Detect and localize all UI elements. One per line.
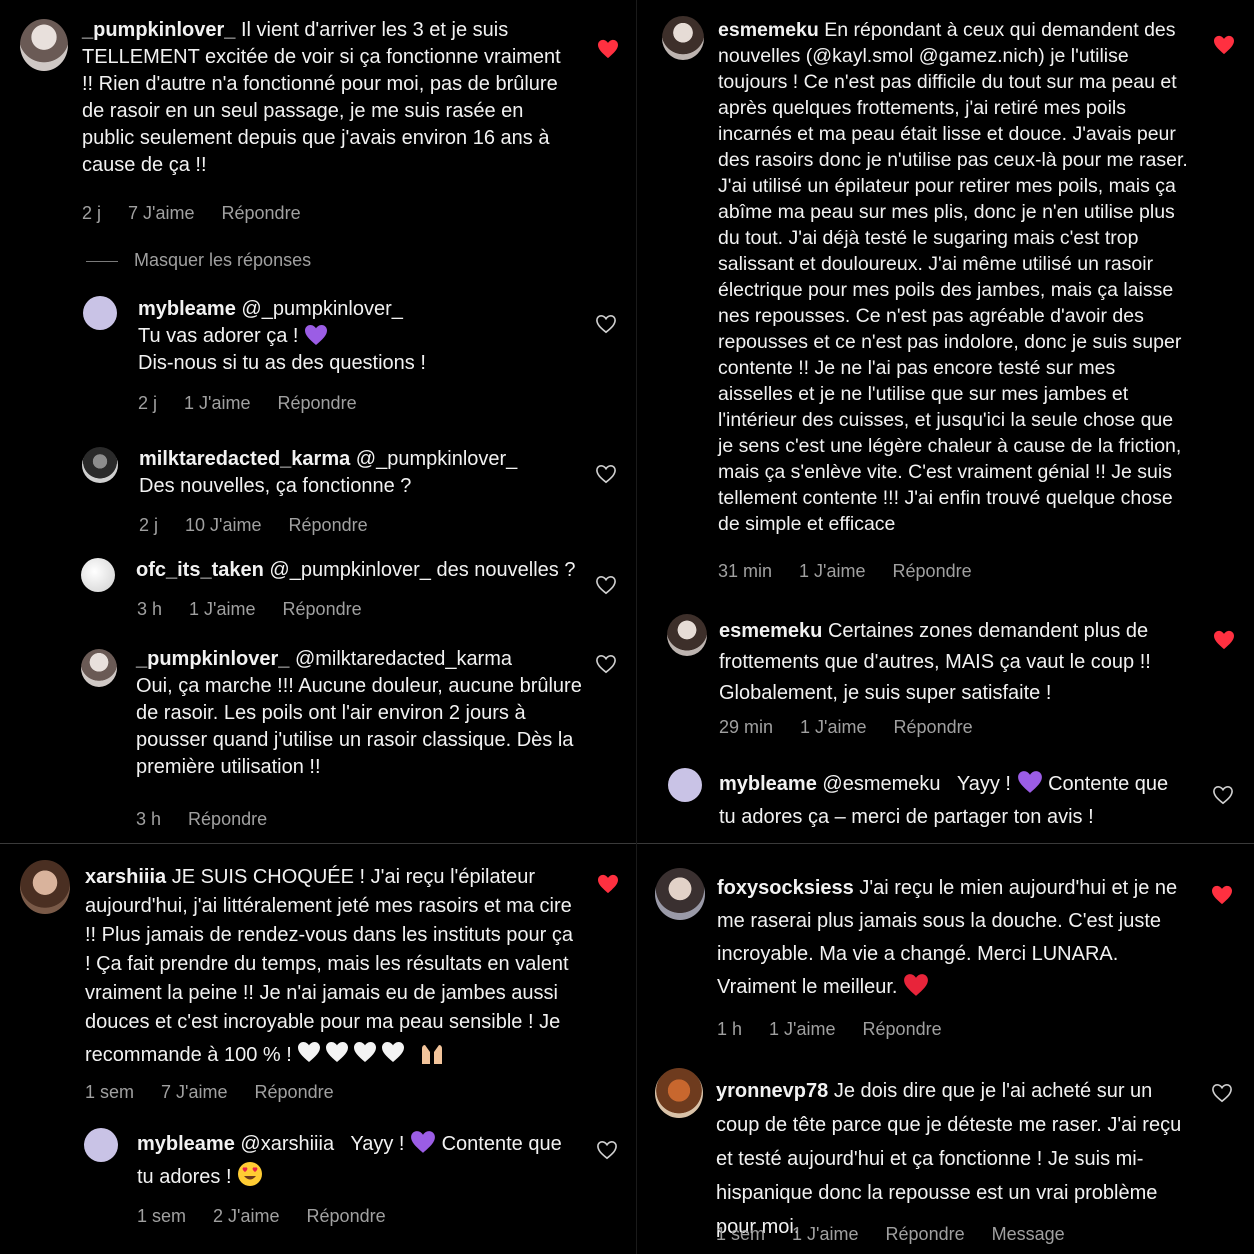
reply-text: mybleame @esmemeku Yayy ! Contente que t… — [719, 768, 1179, 834]
likes-count[interactable]: 1 J'aime — [189, 599, 255, 619]
comment-meta: 29 min 1 J'aime Répondre — [719, 717, 973, 737]
username[interactable]: mybleame — [719, 773, 817, 795]
username[interactable]: yronnevp78 — [716, 1080, 828, 1102]
avatar[interactable] — [20, 860, 70, 914]
hide-replies-button[interactable]: Masquer les réponses — [86, 250, 311, 271]
reply-button[interactable]: Répondre — [278, 393, 357, 413]
heart-outline-icon[interactable] — [595, 654, 617, 674]
avatar[interactable] — [668, 768, 702, 802]
avatar[interactable] — [81, 649, 117, 687]
comment-meta: 31 min 1 J'aime Répondre — [718, 561, 972, 581]
reply-text: mybleame @_pumpkinlover_ Tu vas adorer ç… — [138, 298, 426, 374]
reply-text: mybleame @xarshiiia Yayy ! Contente que … — [137, 1128, 577, 1194]
username[interactable]: mybleame — [138, 298, 236, 320]
heart-eyes-icon — [238, 1162, 263, 1186]
liked-heart-icon[interactable] — [1213, 35, 1235, 55]
heart-outline-icon[interactable] — [595, 464, 617, 484]
comment-meta: 1 h 1 J'aime Répondre — [717, 1019, 942, 1039]
liked-heart-icon[interactable] — [1211, 885, 1233, 905]
username[interactable]: esmemeku — [719, 620, 822, 642]
heart-outline-icon[interactable] — [1212, 785, 1234, 805]
comment-text: yronnevp78 Je dois dire que je l'ai ache… — [716, 1080, 1182, 1238]
purple-heart-icon — [1017, 771, 1042, 793]
liked-heart-icon[interactable] — [597, 874, 619, 894]
username[interactable]: _pumpkinlover_ — [82, 19, 235, 41]
quadrant-divider-vertical — [636, 0, 637, 1254]
heart-outline-icon[interactable] — [596, 1140, 618, 1160]
likes-count[interactable]: 1 J'aime — [792, 1224, 858, 1244]
heart-outline-icon[interactable] — [595, 314, 617, 334]
avatar[interactable] — [84, 1128, 118, 1162]
likes-count[interactable]: 1 J'aime — [800, 717, 866, 737]
avatar[interactable] — [655, 868, 705, 920]
comment-text: esmemeku Certaines zones demandent plus … — [719, 620, 1151, 704]
username[interactable]: ofc_its_taken — [136, 559, 264, 581]
avatar[interactable] — [82, 447, 118, 483]
reply-button[interactable]: Répondre — [886, 1224, 965, 1244]
reply-button[interactable]: Répondre — [222, 203, 301, 223]
username[interactable]: mybleame — [137, 1133, 235, 1155]
heart-outline-icon[interactable] — [595, 575, 617, 595]
avatar[interactable] — [81, 558, 115, 592]
reply-meta: 2 j 10 J'aime Répondre — [139, 515, 368, 535]
comment-meta: 1 sem 7 J'aime Répondre — [85, 1082, 334, 1102]
avatar[interactable] — [662, 16, 704, 60]
avatar[interactable] — [83, 296, 117, 330]
comment-text: foxysocksiess J'ai reçu le mien aujourd'… — [717, 877, 1178, 998]
reply-meta: 3 h 1 J'aime Répondre — [137, 599, 362, 619]
reply-text: ofc_its_taken @_pumpkinlover_ des nouvel… — [136, 559, 576, 581]
reply-text: _pumpkinlover_ @milktaredacted_karma Oui… — [136, 648, 582, 778]
likes-count[interactable]: 7 J'aime — [161, 1082, 227, 1102]
purple-heart-icon — [305, 325, 328, 345]
avatar[interactable] — [20, 19, 68, 71]
reply-button[interactable]: Répondre — [188, 809, 267, 829]
comment-text: esmemeku En répondant à ceux qui demande… — [718, 19, 1188, 535]
heart-outline-icon[interactable] — [1211, 1083, 1233, 1103]
purple-heart-icon — [411, 1131, 435, 1153]
reply-button[interactable]: Répondre — [894, 717, 973, 737]
username[interactable]: esmemeku — [718, 19, 819, 41]
quadrant-divider-horizontal — [0, 843, 1254, 844]
likes-count[interactable]: 1 J'aime — [769, 1019, 835, 1039]
timestamp: 2 j — [82, 203, 102, 223]
message-button[interactable]: Message — [992, 1224, 1065, 1244]
comment-text: xarshiiia JE SUIS CHOQUÉE ! J'ai reçu l'… — [85, 866, 574, 1066]
liked-heart-icon[interactable] — [1213, 630, 1235, 650]
reply-button[interactable]: Répondre — [289, 515, 368, 535]
username[interactable]: _pumpkinlover_ — [136, 648, 289, 670]
reply-meta: 2 j 1 J'aime Répondre — [138, 393, 357, 413]
username[interactable]: xarshiiia — [85, 866, 166, 888]
username[interactable]: milktaredacted_karma — [139, 448, 350, 470]
comment-text: _pumpkinlover_ Il vient d'arriver les 3 … — [82, 19, 561, 176]
white-hearts-raised-hands-icon — [297, 1042, 447, 1066]
reply-button[interactable]: Répondre — [893, 561, 972, 581]
reply-meta: 1 sem 2 J'aime Répondre — [137, 1206, 386, 1226]
likes-count[interactable]: 7 J'aime — [128, 203, 194, 223]
reply-button[interactable]: Répondre — [307, 1206, 386, 1226]
likes-count[interactable]: 1 J'aime — [184, 393, 250, 413]
reply-button[interactable]: Répondre — [863, 1019, 942, 1039]
red-heart-icon — [904, 974, 928, 996]
reply-button[interactable]: Répondre — [283, 599, 362, 619]
reply-text: milktaredacted_karma @_pumpkinlover_ Des… — [139, 448, 518, 497]
likes-count[interactable]: 1 J'aime — [799, 561, 865, 581]
comment-meta: 1 sem 1 J'aime Répondre Message — [716, 1224, 1065, 1244]
reply-meta: 3 h Répondre — [136, 809, 268, 829]
likes-count[interactable]: 2 J'aime — [213, 1206, 279, 1226]
liked-heart-icon[interactable] — [597, 39, 619, 59]
reply-button[interactable]: Répondre — [255, 1082, 334, 1102]
avatar[interactable] — [655, 1068, 703, 1118]
avatar[interactable] — [667, 614, 707, 656]
likes-count[interactable]: 10 J'aime — [185, 515, 261, 535]
username[interactable]: foxysocksiess — [717, 877, 854, 899]
comment-meta: 2 j 7 J'aime Répondre — [82, 203, 323, 224]
